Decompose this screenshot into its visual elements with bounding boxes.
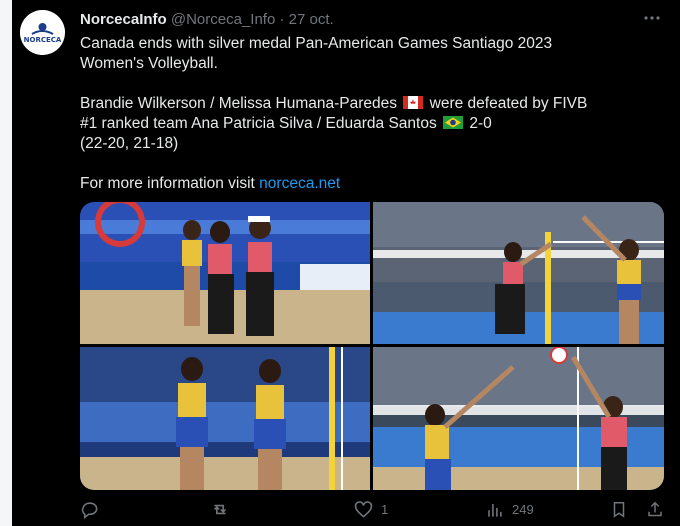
retweet-button[interactable] [210, 500, 230, 519]
text-span: were defeated by FIVB [429, 95, 588, 112]
tweet-header: NorcecaInfo @Norceca_Info · 27 oct. [80, 11, 334, 28]
brazil-flag-icon [443, 116, 464, 129]
like-button[interactable]: 1 [354, 500, 388, 519]
norceca-link[interactable]: norceca.net [259, 175, 340, 192]
photo-attack[interactable] [373, 347, 664, 490]
tweet-text: Canada ends with silver medal Pan-Americ… [80, 34, 660, 194]
share-button[interactable] [646, 500, 664, 519]
bookmark-button[interactable] [610, 500, 628, 519]
text-line: Women's Volleyball. [80, 55, 218, 72]
reply-button[interactable] [80, 500, 99, 519]
tweet-date[interactable]: 27 oct. [289, 11, 334, 28]
reply-icon [81, 502, 98, 519]
canada-flag-icon [403, 96, 424, 109]
media-grid [80, 202, 664, 490]
text-span: Brandie Wilkerson / Melissa Humana-Pared… [80, 95, 398, 112]
bookmark-icon [613, 502, 625, 518]
action-bar: 1 249 [80, 500, 662, 522]
norceca-logo [20, 10, 65, 55]
separator-dot: · [279, 11, 285, 28]
more-icon[interactable] [642, 8, 662, 33]
author-handle[interactable]: @Norceca_Info [171, 11, 275, 28]
text-span: #1 ranked team Ana Patricia Silva / Edua… [80, 115, 437, 132]
photo-celebration[interactable] [80, 202, 370, 344]
views-icon [488, 503, 502, 517]
author-name[interactable]: NorcecaInfo [80, 11, 167, 28]
text-line: For more information visit norceca.net [80, 174, 660, 194]
background-strip [0, 0, 12, 526]
views-button[interactable]: 249 [485, 500, 534, 519]
avatar[interactable]: NORCECA [20, 10, 65, 55]
text-line: Brandie Wilkerson / Melissa Humana-Pared… [80, 94, 660, 114]
like-icon [354, 501, 373, 518]
tweet-card[interactable]: NORCECA NorcecaInfo @Norceca_Info · 27 o… [12, 0, 680, 526]
like-count: 1 [381, 502, 389, 517]
views-count: 249 [512, 502, 534, 517]
text-span: 2-0 [469, 115, 492, 132]
text-line: #1 ranked team Ana Patricia Silva / Edua… [80, 114, 660, 134]
share-icon [648, 501, 662, 517]
retweet-icon [213, 504, 227, 515]
text-line: Canada ends with silver medal Pan-Americ… [80, 35, 553, 52]
text-line: (22-20, 21-18) [80, 135, 179, 152]
photo-net-action[interactable] [373, 202, 664, 344]
photo-brazil-team[interactable] [80, 347, 370, 490]
avatar-text: NORCECA [23, 36, 62, 44]
text-span: For more information visit [80, 175, 255, 192]
